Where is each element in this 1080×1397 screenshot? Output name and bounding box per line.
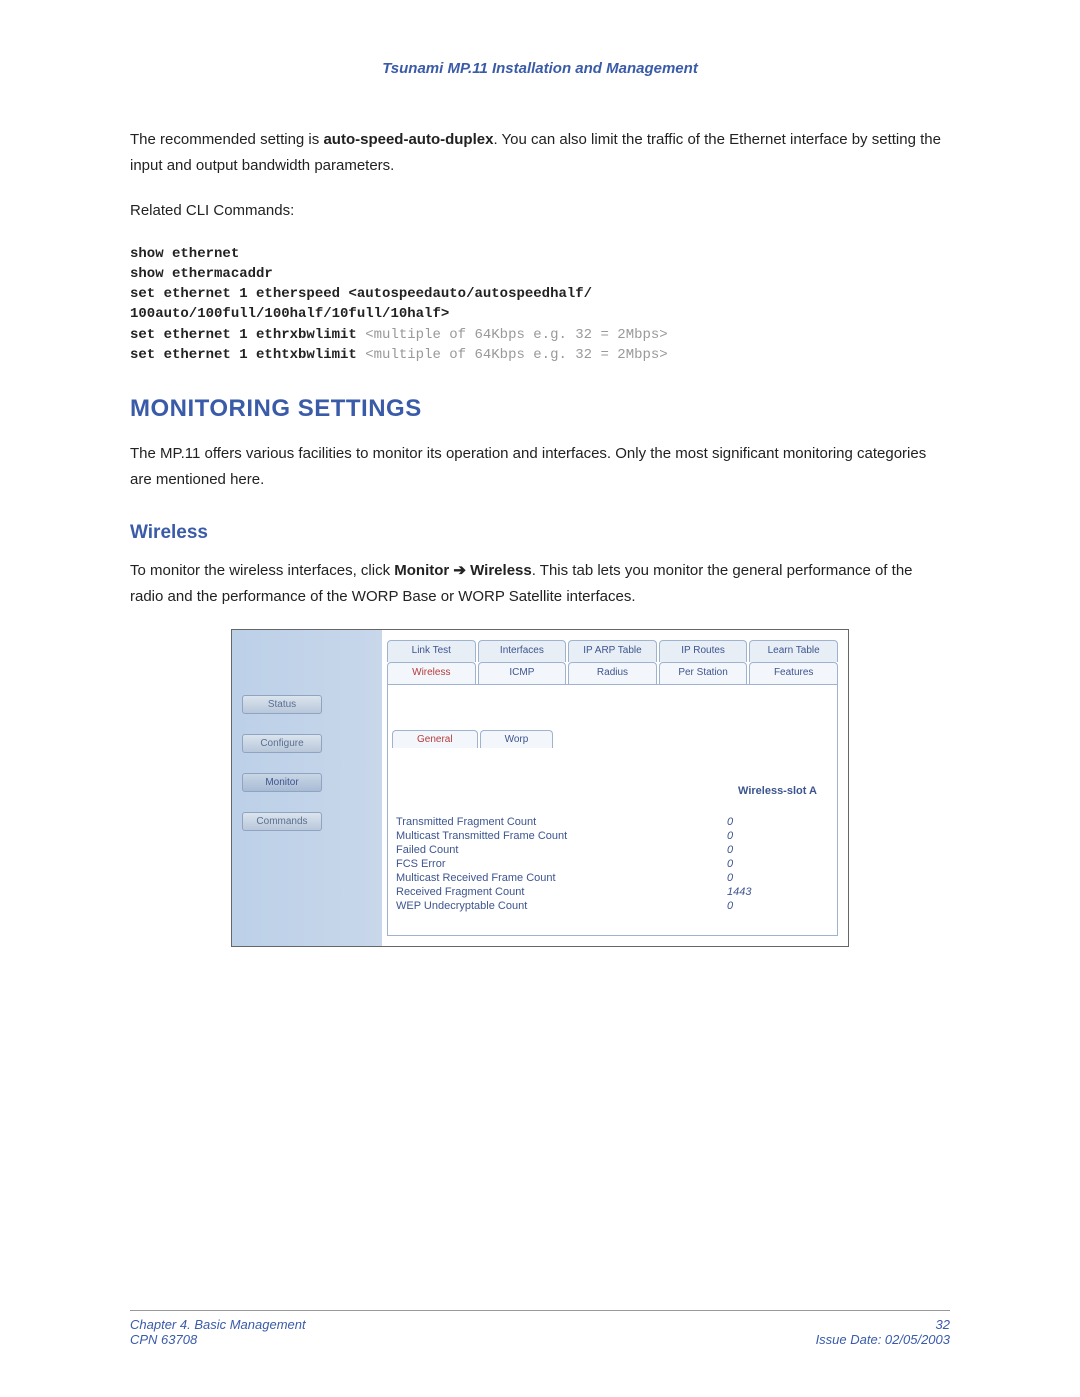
tab-icmp[interactable]: ICMP [478,662,567,684]
stats-label: WEP Undecryptable Count [396,900,527,912]
footer-issue-date: Issue Date: 02/05/2003 [816,1332,950,1347]
stats-row: Transmitted Fragment Count 0 [396,815,827,829]
stats-table: Transmitted Fragment Count 0 Multicast Tr… [396,815,827,913]
subtab-general[interactable]: General [392,730,478,748]
tab-ip-routes[interactable]: IP Routes [659,640,748,662]
footer-page-number: 32 [816,1317,950,1332]
side-nav-monitor[interactable]: Monitor [242,773,322,792]
paragraph-related-cli: Related CLI Commands: [130,198,950,224]
tab-interfaces[interactable]: Interfaces [478,640,567,662]
subtab-worp[interactable]: Worp [480,730,554,748]
stats-label: Multicast Transmitted Frame Count [396,830,567,842]
content-area: General Worp Wireless-slot A Transmitted… [387,684,838,936]
stats-value: 0 [727,872,807,884]
stats-value: 0 [727,858,807,870]
cli-hint: <multiple of 64Kbps e.g. 32 = 2Mbps> [357,327,668,343]
stats-label: Multicast Received Frame Count [396,872,556,884]
stats-row: WEP Undecryptable Count 0 [396,899,827,913]
stats-label: Failed Count [396,844,458,856]
footer-chapter: Chapter 4. Basic Management [130,1317,306,1332]
paragraph-recommended: The recommended setting is auto-speed-au… [130,127,950,178]
stats-row: FCS Error 0 [396,857,827,871]
heading-monitoring-settings: MONITORING SETTINGS [130,395,950,423]
cli-line: show ethernet [130,246,239,262]
tab-per-station[interactable]: Per Station [659,662,748,684]
stats-row: Multicast Transmitted Frame Count 0 [396,829,827,843]
stats-label: Transmitted Fragment Count [396,816,536,828]
tab-wireless[interactable]: Wireless [387,662,476,684]
ui-screenshot: Status Configure Monitor Commands Link T… [231,629,849,947]
stats-value: 0 [727,844,807,856]
footer-cpn: CPN 63708 [130,1332,306,1347]
menu-monitor: Monitor [394,562,449,579]
stats-value: 0 [727,816,807,828]
cli-line: show ethermacaddr [130,266,273,282]
tab-learn-table[interactable]: Learn Table [749,640,838,662]
arrow-icon: ➔ [449,562,470,579]
cli-line: set ethernet 1 ethrxbwlimit [130,327,357,343]
side-nav-status[interactable]: Status [242,695,322,714]
page-footer: Chapter 4. Basic Management CPN 63708 32… [130,1310,950,1347]
heading-wireless: Wireless [130,522,950,544]
stats-label: Received Fragment Count [396,886,524,898]
cli-commands-block: show ethernet show ethermacaddr set ethe… [130,244,950,366]
cli-line: set ethernet 1 etherspeed [130,286,340,302]
stats-value: 1443 [727,886,807,898]
stats-label: FCS Error [396,858,446,870]
stats-row: Multicast Received Frame Count 0 [396,871,827,885]
text: The recommended setting is [130,131,323,148]
cli-hint: <multiple of 64Kbps e.g. 32 = 2Mbps> [357,347,668,363]
bold-setting: auto-speed-auto-duplex [323,131,493,148]
cli-args: <autospeedauto/autospeedhalf/ [340,286,592,302]
stats-column-header: Wireless-slot A [738,785,817,797]
paragraph-monitoring: The MP.11 offers various facilities to m… [130,441,950,492]
side-nav-configure[interactable]: Configure [242,734,322,753]
side-nav-commands[interactable]: Commands [242,812,322,831]
paragraph-wireless: To monitor the wireless interfaces, clic… [130,558,950,609]
stats-value: 0 [727,830,807,842]
cli-line: set ethernet 1 ethtxbwlimit [130,347,357,363]
doc-header: Tsunami MP.11 Installation and Managemen… [130,60,950,77]
stats-value: 0 [727,900,807,912]
tab-link-test[interactable]: Link Test [387,640,476,662]
cli-line: 100auto/100full/100half/10full/10half> [130,306,449,322]
tab-ip-arp[interactable]: IP ARP Table [568,640,657,662]
menu-wireless: Wireless [470,562,532,579]
stats-row: Received Fragment Count 1443 [396,885,827,899]
tab-features[interactable]: Features [749,662,838,684]
tab-radius[interactable]: Radius [568,662,657,684]
text: To monitor the wireless interfaces, clic… [130,562,394,579]
stats-row: Failed Count 0 [396,843,827,857]
